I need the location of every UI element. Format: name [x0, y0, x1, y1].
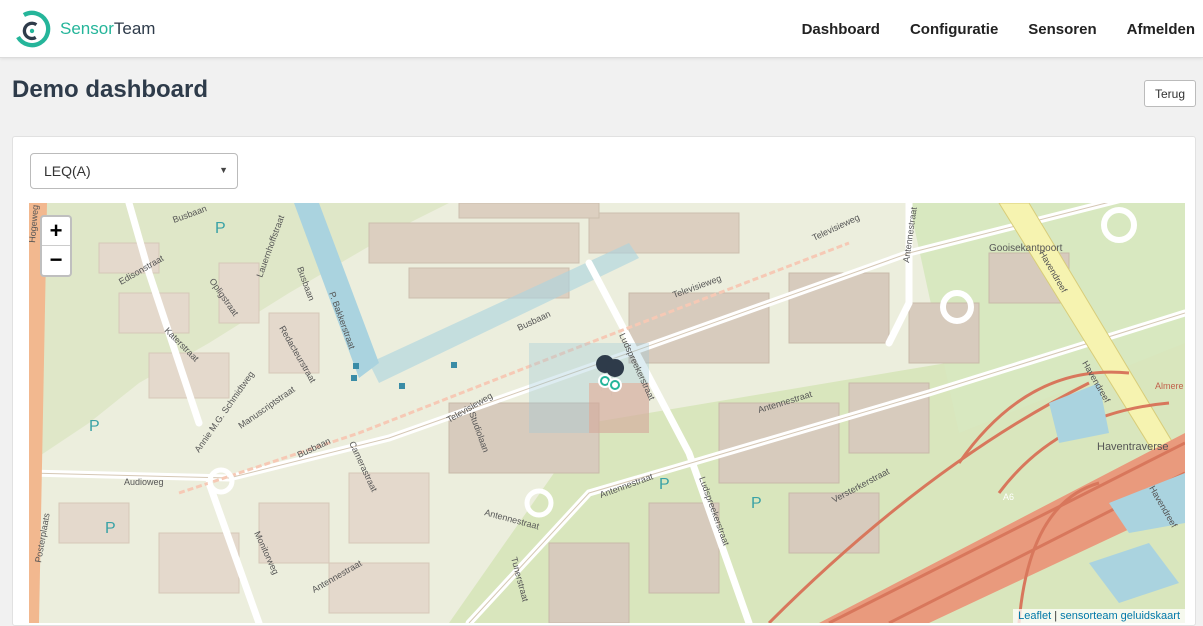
svg-text:P: P: [215, 220, 226, 237]
svg-text:Haventraverse: Haventraverse: [1097, 441, 1169, 453]
brand-name: SensorTeam: [60, 19, 156, 38]
dashboard-panel: LEQ(A) ▼ P P P P P Busbaan Edisonstraat …: [12, 136, 1196, 626]
svg-text:P: P: [751, 495, 762, 512]
map-attribution: Leaflet | sensorteam geluidskaart: [1013, 609, 1185, 623]
back-button[interactable]: Terug: [1143, 80, 1196, 107]
metric-select[interactable]: LEQ(A) ▼: [30, 153, 238, 189]
chevron-down-icon: ▼: [219, 165, 228, 175]
attribution-separator: |: [1054, 610, 1058, 622]
leaflet-link[interactable]: Leaflet: [1018, 610, 1051, 622]
svg-text:Audioweg: Audioweg: [124, 477, 164, 487]
svg-text:Gooisekantpoort: Gooisekantpoort: [989, 243, 1063, 254]
top-navbar: SensorTeam Dashboard Configuratie Sensor…: [0, 0, 1203, 58]
zoom-out-button[interactable]: −: [42, 246, 70, 275]
sensorteam-logo-icon: [13, 10, 51, 48]
source-link[interactable]: sensorteam geluidskaart: [1060, 610, 1180, 622]
page-title: Demo dashboard: [12, 76, 209, 103]
map-tiles[interactable]: P P P P P Busbaan Edisonstraat Opligstra…: [29, 203, 1185, 623]
zoom-control: + −: [40, 215, 72, 277]
brand-logo-link[interactable]: SensorTeam: [13, 9, 155, 49]
svg-text:P: P: [89, 418, 100, 435]
svg-text:Almere: Almere: [1155, 381, 1184, 391]
svg-text:A6: A6: [1003, 492, 1014, 502]
svg-text:P: P: [659, 476, 670, 493]
noise-map[interactable]: P P P P P Busbaan Edisonstraat Opligstra…: [29, 203, 1185, 623]
nav-configuratie[interactable]: Configuratie: [910, 21, 998, 38]
nav-sensoren[interactable]: Sensoren: [1028, 21, 1096, 38]
zoom-in-button[interactable]: +: [42, 217, 70, 246]
nav-dashboard[interactable]: Dashboard: [802, 21, 880, 38]
nav-afmelden[interactable]: Afmelden: [1127, 21, 1195, 38]
metric-select-value: LEQ(A): [44, 163, 91, 179]
svg-text:P: P: [105, 520, 116, 537]
main-nav: Dashboard Configuratie Sensoren Afmelden: [772, 0, 1195, 58]
